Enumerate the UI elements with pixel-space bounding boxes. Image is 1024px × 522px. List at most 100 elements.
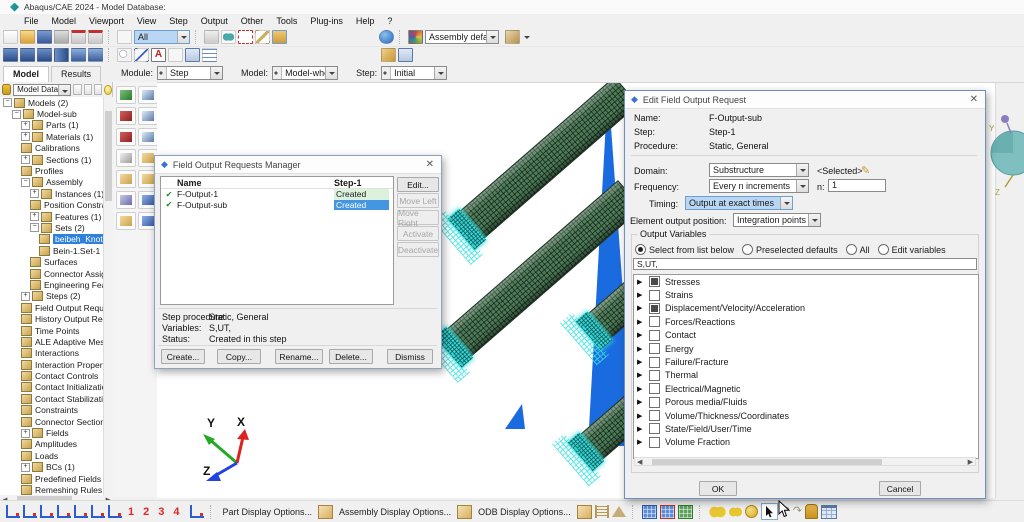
- tree-item-sections-1-[interactable]: +Sections (1): [0, 154, 113, 165]
- output-variables-list[interactable]: ▶Stresses▶Strains▶Displacement/Velocity/…: [633, 274, 979, 459]
- expand-arrow-icon[interactable]: ▶: [634, 398, 649, 406]
- cancel-button[interactable]: Cancel: [879, 481, 921, 496]
- view-cut-icon[interactable]: [272, 30, 287, 44]
- render-style-dropdown-arrow-icon[interactable]: [524, 36, 530, 42]
- checkbox-icon[interactable]: [649, 370, 660, 381]
- request-row[interactable]: ✔F-Output-subCreated: [161, 200, 393, 211]
- tree-item-contact-controls[interactable]: Contact Controls: [0, 370, 113, 381]
- variables-expression-input[interactable]: S,UT,: [633, 258, 977, 270]
- dropdown-arrow-icon[interactable]: [434, 67, 446, 79]
- expand-arrow-icon[interactable]: ▶: [634, 385, 649, 393]
- model-tree-panel[interactable]: −Models (2)−Model-sub+Parts (1)+Material…: [0, 97, 114, 495]
- beam-profiles-icon[interactable]: [595, 505, 609, 518]
- toolbox-icon-9[interactable]: [116, 170, 136, 188]
- save-icon[interactable]: [37, 30, 52, 44]
- variable-category-contact[interactable]: ▶Contact: [634, 329, 978, 342]
- menu-item-model[interactable]: Model: [52, 16, 77, 26]
- expand-arrow-icon[interactable]: ▶: [634, 304, 649, 312]
- scrollbar-thumb[interactable]: [652, 459, 882, 465]
- tree-item-beibeh-knoten[interactable]: beibeh_Knoten: [0, 234, 113, 245]
- redo-icon[interactable]: ↷: [793, 506, 802, 517]
- field-report-table-icon[interactable]: [821, 505, 837, 519]
- select-tool-icon[interactable]: [761, 503, 778, 520]
- checkbox-icon[interactable]: [649, 343, 660, 354]
- tree-item-predefined-fields[interactable]: Predefined Fields: [0, 473, 113, 484]
- truss-display-icon[interactable]: [612, 506, 626, 517]
- tree-item-ale-adaptive-mesh-c[interactable]: ALE Adaptive Mesh C: [0, 336, 113, 347]
- radio-icon[interactable]: [846, 244, 857, 255]
- view-orientation-icon-1[interactable]: [6, 505, 20, 518]
- checkbox-icon[interactable]: [649, 330, 660, 341]
- tree-item-loads[interactable]: Loads: [0, 450, 113, 461]
- viewport-horizontal-icon[interactable]: [37, 48, 52, 62]
- view-orientation-icon-2[interactable]: [23, 505, 37, 518]
- variable-category-displacement-velocity-acceleration[interactable]: ▶Displacement/Velocity/Acceleration: [634, 302, 978, 315]
- radio-all[interactable]: All: [846, 244, 870, 255]
- expand-arrow-icon[interactable]: ▶: [634, 425, 649, 433]
- column-header-name[interactable]: Name: [177, 178, 334, 188]
- copy-viewport-icon[interactable]: [204, 30, 219, 44]
- radio-icon[interactable]: [742, 244, 753, 255]
- tree-item-position-constrain[interactable]: Position Constrain: [0, 200, 113, 211]
- tree-item-engineering-featu[interactable]: Engineering Featu: [0, 279, 113, 290]
- checkbox-icon[interactable]: [649, 410, 660, 421]
- edit-selection-pencil-icon[interactable]: ✎: [861, 164, 870, 177]
- zoom-select-icon[interactable]: [117, 48, 132, 62]
- menu-item-plugins[interactable]: Plug-ins: [310, 16, 343, 26]
- tree-item-contact-stabilizations[interactable]: Contact Stabilizations: [0, 393, 113, 404]
- viewport-number-1[interactable]: 1: [125, 506, 137, 518]
- tree-expander-icon[interactable]: +: [30, 189, 39, 198]
- timing-combobox[interactable]: Output at exact times: [685, 196, 793, 210]
- column-header-step[interactable]: Step-1: [334, 178, 362, 188]
- dropdown-arrow-icon[interactable]: [796, 164, 808, 176]
- tree-tips-icon[interactable]: [104, 85, 112, 95]
- dropdown-arrow-icon[interactable]: [808, 214, 820, 226]
- element-output-position-combobox[interactable]: Integration points: [733, 213, 821, 227]
- tree-item-interactions[interactable]: Interactions: [0, 348, 113, 359]
- viewport-cascade-icon[interactable]: [20, 48, 35, 62]
- tree-item-calibrations[interactable]: Calibrations: [0, 143, 113, 154]
- tree-expander-icon[interactable]: −: [12, 110, 21, 119]
- spinner-icon[interactable]: [158, 67, 167, 79]
- dialog-title-bar[interactable]: ◆ Edit Field Output Request ✕: [625, 91, 985, 109]
- linked-viewports-icon[interactable]: [221, 30, 236, 44]
- edit--button[interactable]: Edit...: [397, 177, 439, 192]
- toolbox-icon-3[interactable]: [116, 107, 136, 125]
- expand-arrow-icon[interactable]: ▶: [634, 318, 649, 326]
- tree-item-remeshing-rules[interactable]: Remeshing Rules: [0, 484, 113, 495]
- tree-item-interaction-properties[interactable]: Interaction Properties: [0, 359, 113, 370]
- dialog-window-icon[interactable]: [398, 48, 413, 62]
- tree-item-history-output-reque[interactable]: History Output Reque: [0, 313, 113, 324]
- viewport-number-2[interactable]: 2: [140, 506, 152, 518]
- scrollbar-thumb[interactable]: [105, 111, 112, 201]
- mesh-quality-icon[interactable]: [678, 505, 693, 519]
- pan-arrow-icon[interactable]: [134, 48, 149, 62]
- toolbox-icon-5[interactable]: [116, 128, 136, 146]
- context-help-icon[interactable]: ?: [387, 16, 392, 26]
- copy--button[interactable]: Copy...: [217, 349, 261, 364]
- delete--button[interactable]: Delete...: [329, 349, 373, 364]
- part-icon[interactable]: [381, 48, 396, 62]
- requests-table[interactable]: Name Step-1 ✔F-Output-1Created✔F-Output-…: [160, 176, 394, 305]
- toolbox-icon-7[interactable]: [116, 149, 136, 167]
- tree-item-connector-sections[interactable]: Connector Sections: [0, 416, 113, 427]
- dialog-title-bar[interactable]: ◆ Field Output Requests Manager ✕: [155, 156, 441, 174]
- tree-expander-icon[interactable]: +: [21, 155, 30, 164]
- save-session-icon[interactable]: [71, 30, 86, 44]
- boolean-intersect-icon[interactable]: [729, 506, 742, 518]
- checkbox-icon[interactable]: [649, 276, 660, 287]
- tab-model[interactable]: Model: [3, 66, 49, 82]
- viewport-tile-icon[interactable]: [3, 48, 18, 62]
- dropdown-arrow-icon[interactable]: [780, 197, 792, 209]
- ok-button[interactable]: OK: [699, 481, 737, 496]
- tree-item-amplitudes[interactable]: Amplitudes: [0, 439, 113, 450]
- tab-results[interactable]: Results: [51, 66, 101, 82]
- radio-edit-variables[interactable]: Edit variables: [878, 244, 946, 255]
- viewport-number-4[interactable]: 4: [170, 506, 182, 518]
- tree-item-connector-assign[interactable]: Connector Assign: [0, 268, 113, 279]
- variable-category-electrical-magnetic[interactable]: ▶Electrical/Magnetic: [634, 382, 978, 395]
- box-zoom-icon[interactable]: [238, 30, 253, 44]
- tree-item-contact-initializations[interactable]: Contact Initializations: [0, 382, 113, 393]
- query-info-icon[interactable]: [379, 30, 394, 44]
- menu-item-other[interactable]: Other: [241, 16, 264, 26]
